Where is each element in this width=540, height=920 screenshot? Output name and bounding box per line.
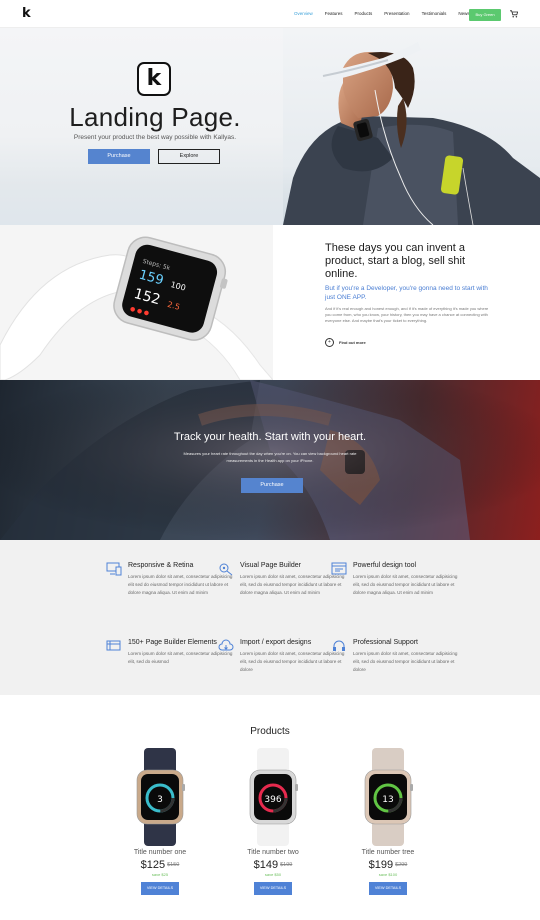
feature-item: Professional Support Lorem ipsum dolor s…: [333, 638, 463, 674]
find-out-more-link[interactable]: + Find out more: [325, 338, 366, 347]
watch-image: 3: [136, 748, 185, 846]
product-card: 396 Title number two $149 $199 save $50 V…: [233, 748, 313, 895]
explore-button[interactable]: Explore: [158, 149, 220, 164]
product-price: $125 $150: [140, 859, 180, 871]
elements-icon: [106, 639, 122, 653]
hero-brand-logo: k: [137, 62, 171, 96]
hero-subtitle: Present your product the best way possib…: [73, 134, 237, 141]
nav-link-features[interactable]: Features: [325, 11, 343, 17]
top-navbar: k Overview Features Products Presentatio…: [0, 0, 540, 28]
product-card: 3 Title number one $125 $150 save $25 VIE…: [120, 748, 200, 895]
hero-title: Landing Page.: [69, 102, 241, 132]
cloud-sync-icon: [218, 639, 234, 653]
product-savings: save $50: [264, 872, 282, 877]
product-price: $149 $199: [253, 859, 293, 871]
feature-heading: These days you can invent a product, sta…: [325, 242, 466, 280]
headset-icon: [331, 639, 347, 653]
nav-link-news[interactable]: News: [458, 11, 469, 17]
product-name: Title number tree: [361, 849, 415, 856]
product-savings: save $100: [378, 872, 398, 877]
product-name: Title number two: [247, 849, 299, 856]
health-section: Track your health. Start with your heart…: [0, 380, 540, 540]
brand-logo[interactable]: k: [22, 7, 31, 20]
watch-screen-value: 13: [382, 795, 393, 805]
feature-item: Powerful design tool Lorem ipsum dolor s…: [331, 561, 463, 597]
product-savings: save $25: [151, 872, 169, 877]
nav-link-presentation[interactable]: Presentation: [384, 11, 409, 17]
watch-product-image: Steps: 5k 159 100 152 2.5 ● ● ●: [0, 225, 273, 380]
hero-photo-runner: [283, 28, 540, 225]
hero-section: k Landing Page. Present your product the…: [0, 28, 540, 225]
view-details-button[interactable]: VIEW DETAILS: [141, 882, 179, 895]
old-price: $199: [280, 862, 293, 869]
devices-icon: [106, 562, 122, 576]
purchase-button[interactable]: Purchase: [88, 149, 150, 164]
builder-icon: [218, 562, 234, 576]
product-name: Title number one: [133, 849, 187, 856]
old-price: $299: [395, 862, 408, 869]
health-title: Track your health. Start with your heart…: [173, 431, 367, 443]
nav-links: Overview Features Products Presentation …: [294, 11, 482, 17]
watch-screen-value: 396: [264, 795, 281, 805]
plus-icon: +: [325, 338, 334, 347]
watch-screen-value: 3: [157, 795, 163, 805]
products-title: Products: [250, 726, 290, 737]
old-price: $150: [167, 862, 180, 869]
feature-section: Steps: 5k 159 100 152 2.5 ● ● ● These da…: [0, 225, 540, 380]
feature-lead: But if you're a Developer, you're gonna …: [325, 285, 488, 301]
features-grid: Responsive & Retina Lorem ipsum dolor si…: [0, 540, 540, 695]
design-tool-icon: [331, 562, 347, 576]
view-details-button[interactable]: VIEW DETAILS: [254, 882, 292, 895]
health-purchase-button[interactable]: Purchase: [241, 478, 303, 493]
nav-link-products[interactable]: Products: [355, 11, 373, 17]
nav-link-testimonials[interactable]: Testimonials: [422, 11, 447, 17]
watch-image: 396: [249, 748, 298, 846]
cart-icon[interactable]: [510, 10, 519, 20]
product-card: 13 Title number tree $199 $299 save $100 …: [348, 748, 428, 895]
nav-link-overview[interactable]: Overview: [294, 11, 313, 17]
products-section: Products 3 Title number one $125 $150 sav…: [0, 695, 540, 920]
buy-button[interactable]: Buy Green: [469, 9, 501, 21]
health-text: Measures your heart rate throughout the …: [183, 451, 357, 463]
product-price: $199 $299: [368, 859, 408, 871]
view-details-button[interactable]: VIEW DETAILS: [369, 882, 407, 895]
watch-image: 13: [364, 748, 413, 846]
feature-body: And if it's real enough and honest enoug…: [325, 306, 489, 324]
